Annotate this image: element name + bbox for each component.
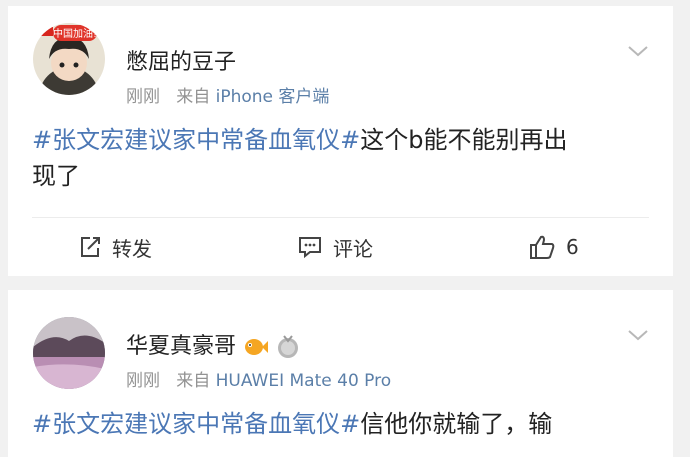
hashtag-link[interactable]: #张文宏建议家中常备血氧仪# (32, 410, 360, 438)
avatar-image: 中国加油! (33, 23, 105, 95)
post-text-line1: 信他你就输了，输 (360, 410, 553, 438)
like-icon (530, 235, 555, 259)
client-link[interactable]: iPhone 客户端 (216, 87, 330, 107)
post-time: 刚刚 (126, 87, 160, 107)
divider (32, 217, 649, 218)
post-text-line2: 现了 (32, 162, 80, 190)
avatar-image (33, 317, 105, 389)
post-time: 刚刚 (126, 371, 160, 391)
comment-button[interactable]: 评论 (297, 230, 373, 264)
username[interactable]: 憋屈的豆子 (126, 44, 236, 76)
chevron-down-icon[interactable] (627, 328, 649, 342)
hashtag-link[interactable]: #张文宏建议家中常备血氧仪# (32, 126, 360, 154)
like-count: 6 (566, 235, 579, 259)
chevron-down-icon[interactable] (627, 44, 649, 58)
like-button[interactable]: 6 (528, 230, 579, 264)
client-link[interactable]: HUAWEI Mate 40 Pro (216, 371, 392, 391)
medal-badge-icon (278, 335, 299, 358)
username-text: 华夏真豪哥 (126, 334, 237, 359)
post-card[interactable]: 华夏真豪哥 刚刚 来自 HUAWEI Mate 40 Pro #张文宏建议家中常… (8, 290, 673, 457)
username[interactable]: 华夏真豪哥 (126, 328, 300, 360)
avatar[interactable] (33, 317, 105, 389)
post-body: #张文宏建议家中常备血氧仪#信他你就输了，输 (32, 406, 649, 442)
post-card[interactable]: 中国加油! 憋屈的豆子 刚刚 来自 iPhone 客户端 #张文宏建议家中常备血… (8, 6, 673, 276)
source-prefix: 来自 (176, 371, 211, 391)
comment-icon (299, 237, 321, 259)
repost-button[interactable]: 转发 (78, 230, 152, 264)
post-meta: 刚刚 来自 HUAWEI Mate 40 Pro (126, 366, 391, 391)
avatar-badge-text: 中国加油! (53, 27, 97, 40)
fish-badge-icon (245, 339, 269, 355)
post-meta: 刚刚 来自 iPhone 客户端 (126, 82, 329, 107)
post-text-line1: 这个b能不能别再出 (360, 126, 568, 154)
repost-icon (81, 237, 100, 257)
source-prefix: 来自 (176, 87, 211, 107)
comment-label: 评论 (333, 236, 373, 261)
post-body: #张文宏建议家中常备血氧仪#这个b能不能别再出 现了 (32, 122, 649, 194)
repost-label: 转发 (112, 236, 152, 261)
avatar[interactable]: 中国加油! (33, 23, 105, 95)
